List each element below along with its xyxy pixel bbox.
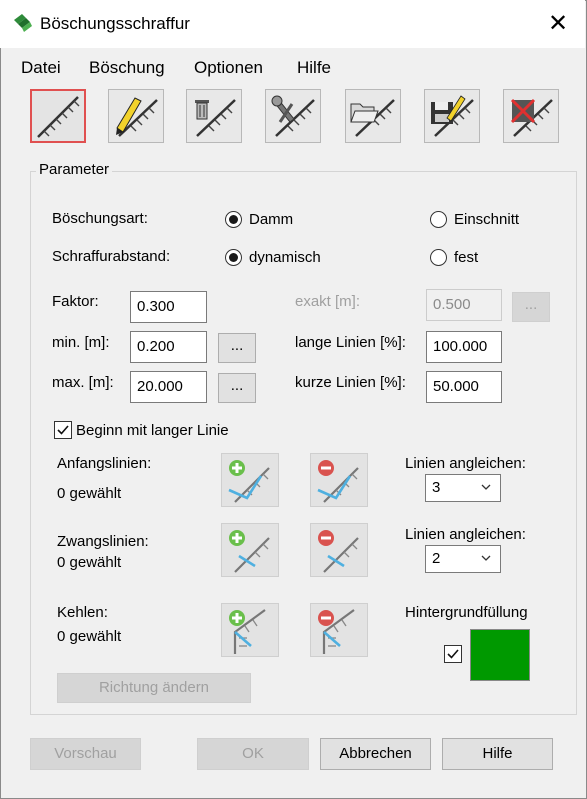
wrench-slope-icon [271,95,315,137]
fest-label[interactable]: fest [454,249,478,266]
dynamisch-radio[interactable] [225,249,242,266]
exakt-input: 0.500 [426,289,502,321]
save-slope-icon [431,95,474,137]
lange-linien-input[interactable]: 100.000 [426,331,502,363]
check-icon [447,649,459,659]
pencil-slope-icon [116,97,158,137]
hilfe-button[interactable]: Hilfe [442,738,553,770]
vorschau-button: Vorschau [30,738,141,770]
max-browse-button[interactable]: ... [218,373,256,403]
fest-radio[interactable] [430,249,447,266]
max-label: max. [m]: [52,374,114,391]
remove-constraint-line-icon [318,530,359,573]
trash-slope-icon [195,99,236,137]
beginn-checkbox[interactable] [54,421,72,439]
angleichen2-select[interactable]: 2 [425,545,501,573]
anfangslinien-count: 0 gewählt [57,485,122,502]
app-logo-icon [12,12,34,38]
hintergrundfuellung-checkbox[interactable] [444,645,462,663]
einschnitt-label[interactable]: Einschnitt [454,211,519,228]
remove-line-icon [317,460,359,503]
new-slope-button[interactable] [30,89,86,143]
kehlen-remove-button[interactable] [310,603,368,657]
slope-hatch-icon [37,96,80,138]
dynamisch-label[interactable]: dynamisch [249,249,321,266]
min-browse-button[interactable]: ... [218,333,256,363]
boeschungsart-label: Böschungsart: [52,210,148,227]
angleichen1-label: Linien angleichen: [405,455,526,472]
menu-datei[interactable]: Datei [21,58,61,78]
zwangslinien-remove-button[interactable] [310,523,368,577]
open-slope-button[interactable] [345,89,401,143]
zwangslinien-add-button[interactable] [221,523,279,577]
menu-optionen[interactable]: Optionen [194,58,263,78]
exakt-label: exakt [m]: [295,293,361,310]
angleichen1-value: 3 [432,479,441,496]
einschnitt-radio[interactable] [430,211,447,228]
background-color-swatch[interactable] [470,629,530,681]
lange-linien-label: lange Linien [%]: [295,334,406,351]
close-icon[interactable]: ✕ [540,8,576,40]
exakt-browse-button: ... [512,292,550,322]
angleichen1-select[interactable]: 3 [425,474,501,502]
damm-label[interactable]: Damm [249,211,293,228]
schraffurabstand-label: Schraffurabstand: [52,248,171,265]
edit-slope-button[interactable] [108,89,164,143]
check-icon [57,425,69,435]
folder-slope-icon [350,99,395,137]
anfangslinien-remove-button[interactable] [310,453,368,507]
add-constraint-line-icon [229,530,270,573]
faktor-label: Faktor: [52,293,99,310]
settings-slope-button[interactable] [265,89,321,143]
remove-slope-button[interactable] [503,89,559,143]
anfangslinien-add-button[interactable] [221,453,279,507]
angleichen2-label: Linien angleichen: [405,526,526,543]
richtung-aendern-button: Richtung ändern [57,673,251,703]
zwangslinien-count: 0 gewählt [57,554,122,571]
chevron-down-icon [481,555,491,561]
kehlen-count: 0 gewählt [57,628,122,645]
hintergrundfuellung-label: Hintergrundfüllung [405,604,528,621]
save-slope-button[interactable] [424,89,480,143]
min-input[interactable]: 0.200 [130,331,207,363]
menu-bar [0,54,585,80]
add-line-icon [228,460,270,503]
ok-button: OK [197,738,309,770]
crossed-slope-icon [510,98,553,137]
beginn-label[interactable]: Beginn mit langer Linie [76,422,229,439]
abbrechen-button[interactable]: Abbrechen [320,738,431,770]
delete-slope-button[interactable] [186,89,242,143]
menu-hilfe[interactable]: Hilfe [297,58,331,78]
window-title: Böschungsschraffur [40,14,190,33]
angleichen2-value: 2 [432,550,441,567]
kurze-linien-input[interactable]: 50.000 [426,371,502,403]
menu-boeschung[interactable]: Böschung [89,58,165,78]
max-input[interactable]: 20.000 [130,371,207,403]
kurze-linien-label: kurze Linien [%]: [295,374,406,391]
add-valley-icon [229,609,266,654]
min-label: min. [m]: [52,334,110,351]
faktor-input[interactable]: 0.300 [130,291,207,323]
damm-radio[interactable] [225,211,242,228]
remove-valley-icon [318,609,355,654]
chevron-down-icon [481,484,491,490]
kehlen-label: Kehlen: [57,604,108,621]
parameter-group-title: Parameter [36,161,113,178]
anfangslinien-label: Anfangslinien: [57,455,152,472]
zwangslinien-label: Zwangslinien: [57,533,149,550]
kehlen-add-button[interactable] [221,603,279,657]
